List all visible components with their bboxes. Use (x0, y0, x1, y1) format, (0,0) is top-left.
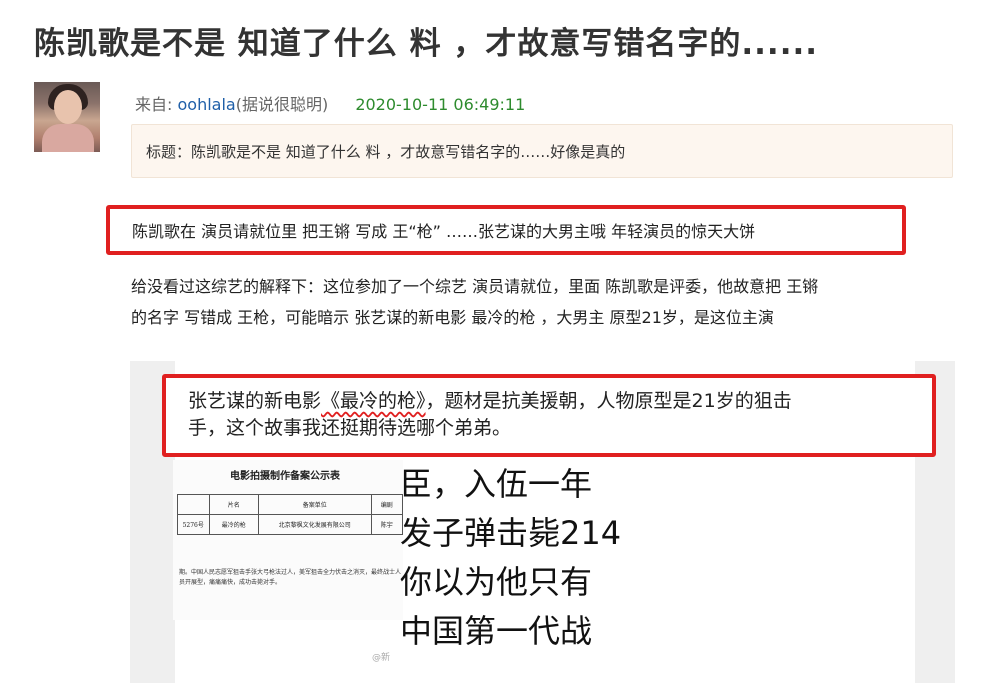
screenshot-highlight-text: 张艺谋的新电影《最冷的枪》，题材是抗美援朝，人物原型是21岁的狙击 手，这个故事我… (188, 390, 792, 439)
caption-line: 臣，入伍一年 (400, 465, 593, 503)
table-row: 片名 备案单位 编剧 (177, 494, 403, 515)
watermark: @新 (372, 653, 391, 663)
from-label: 来自: (135, 95, 173, 114)
highlight-box-screenshot: 张艺谋的新电影《最冷的枪》，题材是抗美援朝，人物原型是21岁的狙击 手，这个故事我… (162, 374, 936, 457)
caption-line: 发子弹击毙214 (400, 514, 620, 552)
user-avatar[interactable] (34, 82, 100, 152)
document-note: 期。中国人民志愿军狙击手张大弓枪法过人，美军狙击全力伏击之消灭，最终战士人员开展… (179, 569, 402, 586)
subject-box: 标题：陈凯歌是不是 知道了什么 料 ，才故意写错名字的……好像是真的 (131, 124, 953, 178)
screenshot-caption: 臣，入伍一年 发子弹击毙214 你以为他只有 中国第一代战 (400, 460, 620, 665)
username-link[interactable]: oohlala (178, 95, 236, 114)
caption-line: 你以为他只有 (400, 563, 593, 601)
post-timestamp: 2020-10-11 06:49:11 (355, 95, 526, 114)
highlight-box-line: 陈凯歌在 演员请就位里 把王锵 写成 王“枪” ……张艺谋的大男主哦 年轻演员的… (106, 205, 906, 255)
document-table: 片名 备案单位 编剧 5276号 最冷的枪 北京黎枫文化发展有限公司 陈宇 (177, 494, 403, 535)
caption-line: 中国第一代战 (400, 612, 593, 650)
film-title: 《最冷的枪》 (321, 390, 426, 412)
document-title: 电影拍摄制作备案公示表 (230, 471, 340, 482)
paragraph-line: 给没看过这综艺的解释下：这位参加了一个综艺 演员请就位，里面 陈凯歌是评委，他故… (131, 277, 819, 296)
user-nickname: (据说很聪明) (235, 95, 329, 114)
post-paragraph: 给没看过这综艺的解释下：这位参加了一个综艺 演员请就位，里面 陈凯歌是评委，他故… (131, 271, 971, 333)
post-meta: 来自: oohlala(据说很聪明) 2020-10-11 06:49:11 (135, 91, 525, 115)
post-title: 陈凯歌是不是 知道了什么 料 ，才故意写错名字的...... (34, 26, 819, 62)
filing-document: 电影拍摄制作备案公示表 片名 备案单位 编剧 5276号 最冷的枪 北京黎枫文化… (173, 460, 403, 620)
paragraph-line: 的名字 写错成 王枪，可能暗示 张艺谋的新电影 最冷的枪 ，大男主 原型21岁，… (131, 308, 774, 327)
highlight-text: 陈凯歌在 演员请就位里 把王锵 写成 王“枪” ……张艺谋的大男主哦 年轻演员的… (132, 222, 756, 241)
table-row: 5276号 最冷的枪 北京黎枫文化发展有限公司 陈宇 (177, 514, 403, 535)
